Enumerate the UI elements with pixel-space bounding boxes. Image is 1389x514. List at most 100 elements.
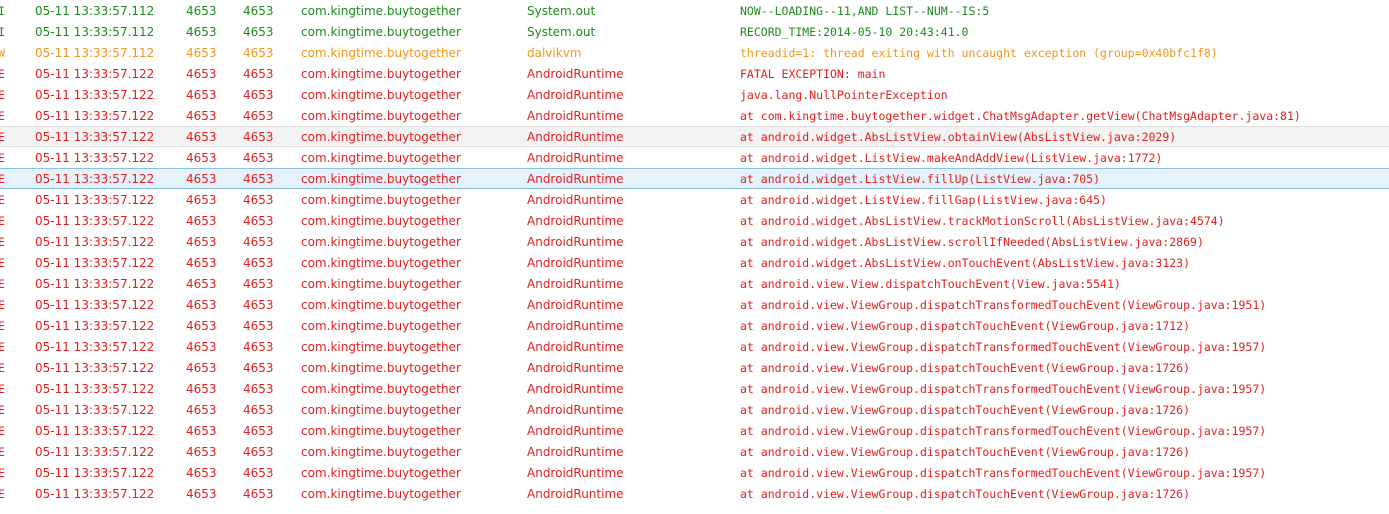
log-row[interactable]: E 05-11 13:33:57.122 4653 4653 com.kingtime.… [0,168,1389,189]
log-tid: 4653 [243,151,274,165]
log-application: com.kingtime.buytogether [301,319,461,333]
log-level: E [0,466,5,480]
log-level: E [0,109,5,123]
log-tag: AndroidRuntime [527,445,624,459]
log-pid: 4653 [186,130,217,144]
log-tid: 4653 [243,256,274,270]
log-row[interactable]: E 05-11 13:33:57.122 4653 4653 com.kingtime.… [0,105,1389,126]
log-time: 05-11 13:33:57.122 [35,319,155,333]
log-tag: AndroidRuntime [527,319,624,333]
log-message: at android.view.ViewGroup.dispatchTransf… [740,340,1267,354]
log-time: 05-11 13:33:57.122 [35,277,155,291]
log-row[interactable]: E 05-11 13:33:57.122 4653 4653 com.kingtime.… [0,336,1389,357]
log-message: at android.view.ViewGroup.dispatchTouchE… [740,403,1191,417]
log-row[interactable]: E 05-11 13:33:57.122 4653 4653 com.kingtime.… [0,84,1389,105]
log-application: com.kingtime.buytogether [301,298,461,312]
log-tid: 4653 [243,403,274,417]
log-row[interactable]: W 05-11 13:33:57.112 4653 4653 com.kingtime.… [0,42,1389,63]
log-tid: 4653 [243,319,274,333]
log-tag: AndroidRuntime [527,424,624,438]
log-tag: AndroidRuntime [527,340,624,354]
log-tag: System.out [527,25,596,39]
log-time: 05-11 13:33:57.122 [35,193,155,207]
log-tag: AndroidRuntime [527,403,624,417]
log-application: com.kingtime.buytogether [301,445,461,459]
log-level: E [0,256,5,270]
log-row[interactable]: I 05-11 13:33:57.112 4653 4653 com.kingtime.… [0,0,1389,21]
log-application: com.kingtime.buytogether [301,130,461,144]
log-time: 05-11 13:33:57.122 [35,466,155,480]
log-row[interactable]: E 05-11 13:33:57.122 4653 4653 com.kingtime.… [0,315,1389,336]
log-tid: 4653 [243,172,274,186]
log-application: com.kingtime.buytogether [301,46,461,60]
log-tag: AndroidRuntime [527,256,624,270]
log-level: E [0,298,5,312]
log-time: 05-11 13:33:57.112 [35,46,155,60]
log-tid: 4653 [243,466,274,480]
log-tag: AndroidRuntime [527,466,624,480]
log-time: 05-11 13:33:57.122 [35,235,155,249]
log-tag: AndroidRuntime [527,151,624,165]
log-row[interactable]: E 05-11 13:33:57.122 4653 4653 com.kingtime.… [0,252,1389,273]
log-time: 05-11 13:33:57.122 [35,172,155,186]
log-pid: 4653 [186,172,217,186]
log-application: com.kingtime.buytogether [301,256,461,270]
log-level: I [0,4,5,18]
log-pid: 4653 [186,487,217,501]
log-message: FATAL EXCEPTION: main [740,67,886,81]
log-application: com.kingtime.buytogether [301,487,461,501]
log-time: 05-11 13:33:57.122 [35,67,155,81]
log-row[interactable]: E 05-11 13:33:57.122 4653 4653 com.kingtime.… [0,441,1389,462]
log-tag: AndroidRuntime [527,130,624,144]
log-row[interactable]: E 05-11 13:33:57.122 4653 4653 com.kingtime.… [0,399,1389,420]
log-row[interactable]: E 05-11 13:33:57.122 4653 4653 com.kingtime.… [0,273,1389,294]
log-level: E [0,172,5,186]
log-tid: 4653 [243,214,274,228]
log-row[interactable]: E 05-11 13:33:57.122 4653 4653 com.kingtime.… [0,420,1389,441]
log-message: at android.widget.AbsListView.trackMotio… [740,214,1225,228]
log-application: com.kingtime.buytogether [301,340,461,354]
log-message: java.lang.NullPointerException [740,88,948,102]
log-row[interactable]: E 05-11 13:33:57.122 4653 4653 com.kingtime.… [0,378,1389,399]
log-tid: 4653 [243,109,274,123]
log-tid: 4653 [243,46,274,60]
log-time: 05-11 13:33:57.122 [35,487,155,501]
log-level: E [0,445,5,459]
log-row[interactable]: E 05-11 13:33:57.122 4653 4653 com.kingtime.… [0,462,1389,483]
log-row[interactable]: E 05-11 13:33:57.122 4653 4653 com.kingtime.… [0,483,1389,504]
log-level: E [0,403,5,417]
log-pid: 4653 [186,319,217,333]
logcat-table[interactable]: I 05-11 13:33:57.112 4653 4653 com.kingtime.… [0,0,1389,514]
log-pid: 4653 [186,67,217,81]
log-pid: 4653 [186,109,217,123]
log-message: at android.view.ViewGroup.dispatchTransf… [740,382,1267,396]
log-message: NOW--LOADING--11,AND LIST--NUM--IS:5 [740,4,990,18]
log-application: com.kingtime.buytogether [301,109,461,123]
log-row[interactable]: E 05-11 13:33:57.122 4653 4653 com.kingtime.… [0,147,1389,168]
log-tag: AndroidRuntime [527,109,624,123]
log-application: com.kingtime.buytogether [301,214,461,228]
log-message: at android.widget.ListView.fillGap(ListV… [740,193,1107,207]
log-tid: 4653 [243,193,274,207]
log-message: at com.kingtime.buytogether.widget.ChatM… [740,109,1301,123]
log-application: com.kingtime.buytogether [301,277,461,291]
log-pid: 4653 [186,424,217,438]
log-tid: 4653 [243,277,274,291]
log-tid: 4653 [243,235,274,249]
log-tid: 4653 [243,67,274,81]
log-message: at android.view.ViewGroup.dispatchTransf… [740,298,1267,312]
log-row[interactable]: E 05-11 13:33:57.122 4653 4653 com.kingtime.… [0,126,1389,147]
log-row[interactable]: E 05-11 13:33:57.122 4653 4653 com.kingtime.… [0,63,1389,84]
log-message: at android.view.View.dispatchTouchEvent(… [740,277,1121,291]
log-tid: 4653 [243,382,274,396]
log-level: E [0,487,5,501]
log-row[interactable]: E 05-11 13:33:57.122 4653 4653 com.kingtime.… [0,189,1389,210]
log-row[interactable]: E 05-11 13:33:57.122 4653 4653 com.kingtime.… [0,210,1389,231]
log-application: com.kingtime.buytogether [301,466,461,480]
log-row[interactable]: E 05-11 13:33:57.122 4653 4653 com.kingtime.… [0,294,1389,315]
log-row[interactable]: E 05-11 13:33:57.122 4653 4653 com.kingtime.… [0,357,1389,378]
log-application: com.kingtime.buytogether [301,88,461,102]
log-row[interactable]: I 05-11 13:33:57.112 4653 4653 com.kingtime.… [0,21,1389,42]
log-row[interactable]: E 05-11 13:33:57.122 4653 4653 com.kingtime.… [0,231,1389,252]
log-pid: 4653 [186,361,217,375]
